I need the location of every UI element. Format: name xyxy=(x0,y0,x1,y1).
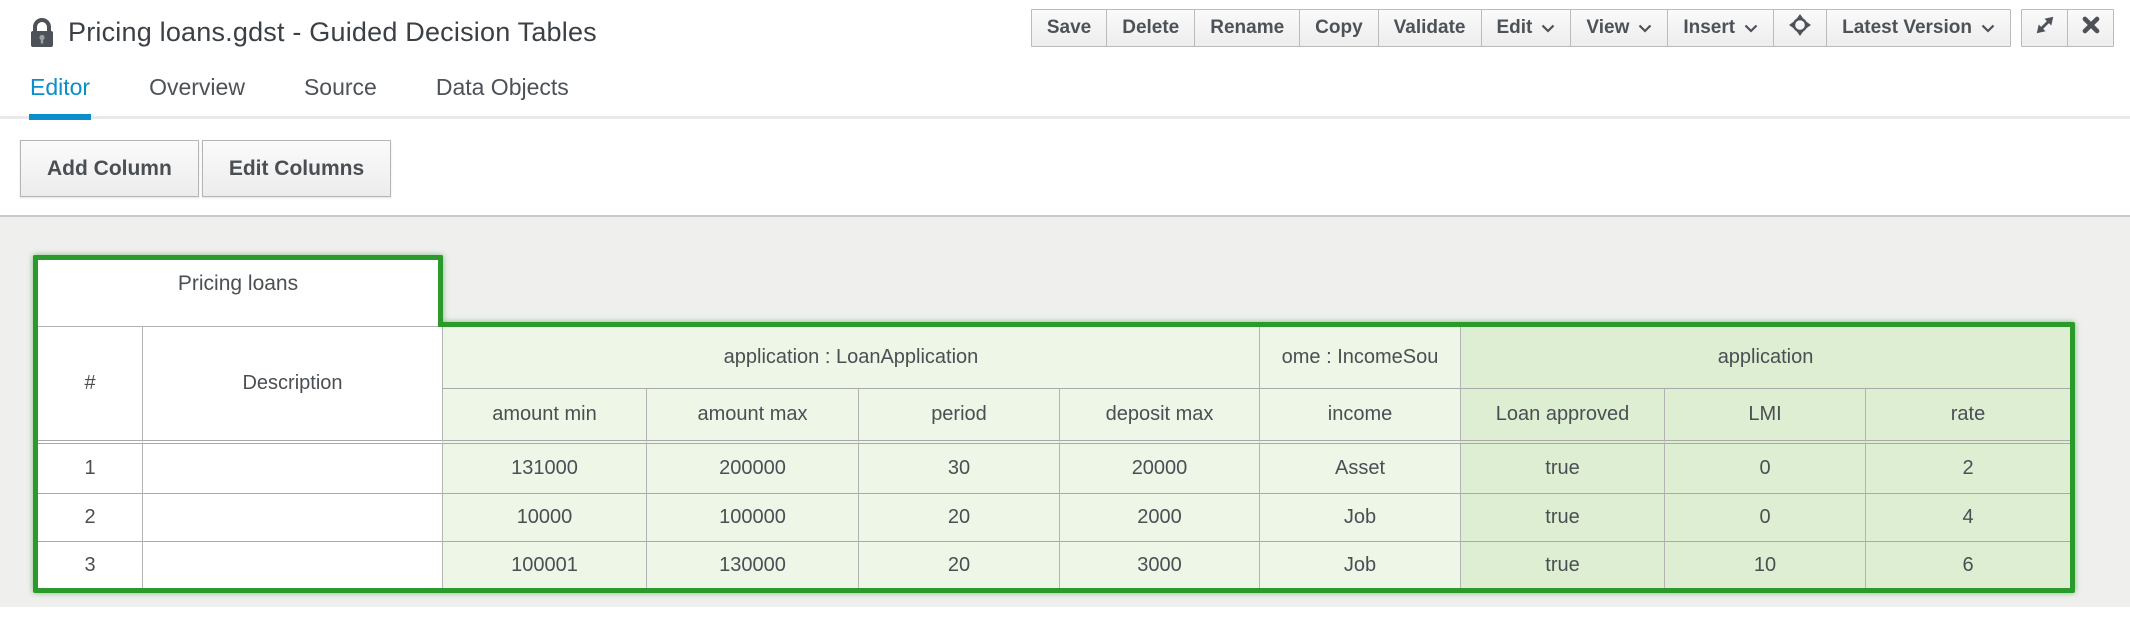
table-cell-lmi[interactable]: 0 xyxy=(1665,494,1866,542)
tab-overview[interactable]: Overview xyxy=(148,68,246,120)
header-area: Pricing loans.gdst - Guided Decision Tab… xyxy=(0,0,2130,119)
expand-button[interactable] xyxy=(2021,9,2068,47)
edit-dropdown[interactable]: Edit xyxy=(1481,9,1572,47)
lock-icon xyxy=(30,18,54,48)
chevron-down-icon xyxy=(1638,17,1652,39)
insert-dropdown[interactable]: Insert xyxy=(1667,9,1774,47)
toolbar-button-group: Save Delete Rename Copy Validate Edit View Inse… xyxy=(1031,9,2011,47)
column-header-period[interactable]: period xyxy=(859,389,1060,444)
title-bar: Pricing loans.gdst - Guided Decision Tab… xyxy=(0,0,2130,64)
description-header[interactable]: Description xyxy=(143,327,443,444)
table-cell-amount-max[interactable]: 130000 xyxy=(647,542,859,588)
button-label: Validate xyxy=(1394,17,1466,39)
table-cell-period[interactable]: 20 xyxy=(859,542,1060,588)
table-cell-loan-approved[interactable]: true xyxy=(1461,444,1665,494)
save-button[interactable]: Save xyxy=(1031,9,1107,47)
column-group-header-ome-incomesou[interactable]: ome : IncomeSou xyxy=(1260,327,1461,389)
row-number-cell[interactable]: 3 xyxy=(38,542,143,588)
table-cell-lmi[interactable]: 10 xyxy=(1665,542,1866,588)
close-icon xyxy=(2080,14,2102,42)
copy-button[interactable]: Copy xyxy=(1299,9,1379,47)
crosshairs-button[interactable] xyxy=(1773,9,1827,47)
table-cell-rate[interactable]: 4 xyxy=(1866,494,2070,542)
chevron-down-icon xyxy=(1744,17,1758,39)
chevron-down-icon xyxy=(1541,17,1555,39)
table-cell-rate[interactable]: 2 xyxy=(1866,444,2070,494)
button-label: Edit xyxy=(1497,17,1533,39)
table-cell-amount-min[interactable]: 131000 xyxy=(443,444,647,494)
column-action-bar: Add ColumnEdit Columns xyxy=(0,119,2130,215)
table-cell-income[interactable]: Job xyxy=(1260,542,1461,588)
table-cell-loan-approved[interactable]: true xyxy=(1461,494,1665,542)
table-cell-income[interactable]: Asset xyxy=(1260,444,1461,494)
tab-bar: Editor Overview Source Data Objects xyxy=(0,68,2130,119)
page-title: Pricing loans.gdst - Guided Decision Tab… xyxy=(68,17,597,48)
view-dropdown[interactable]: View xyxy=(1570,9,1668,47)
table-cell-deposit-max[interactable]: 3000 xyxy=(1060,542,1260,588)
row-number-header[interactable]: # xyxy=(38,327,143,444)
column-header-amount-max[interactable]: amount max xyxy=(647,389,859,444)
table-cell-income[interactable]: Job xyxy=(1260,494,1461,542)
table-cell-deposit-max[interactable]: 2000 xyxy=(1060,494,1260,542)
button-label: Latest Version xyxy=(1842,17,1972,39)
edit-columns-button[interactable]: Edit Columns xyxy=(202,140,391,197)
decision-table-grid: #Descriptionapplication : LoanApplicatio… xyxy=(33,322,2075,593)
row-number-cell[interactable]: 2 xyxy=(38,494,143,542)
button-label: Save xyxy=(1047,17,1091,39)
table-cell-amount-max[interactable]: 200000 xyxy=(647,444,859,494)
table-cell-amount-max[interactable]: 100000 xyxy=(647,494,859,542)
window-control-group xyxy=(2021,9,2114,47)
button-label: View xyxy=(1586,17,1629,39)
tab-editor[interactable]: Editor xyxy=(29,68,91,120)
description-cell[interactable] xyxy=(143,444,443,494)
tab-data-objects[interactable]: Data Objects xyxy=(435,68,570,120)
tab-source[interactable]: Source xyxy=(303,68,378,120)
description-cell[interactable] xyxy=(143,542,443,588)
column-header-deposit-max[interactable]: deposit max xyxy=(1060,389,1260,444)
column-header-income[interactable]: income xyxy=(1260,389,1461,444)
button-label: Copy xyxy=(1315,17,1363,39)
table-cell-amount-min[interactable]: 10000 xyxy=(443,494,647,542)
table-cell-period[interactable]: 20 xyxy=(859,494,1060,542)
table-cell-loan-approved[interactable]: true xyxy=(1461,542,1665,588)
column-header-loan-approved[interactable]: Loan approved xyxy=(1461,389,1665,444)
column-group-header-application-loanapplication[interactable]: application : LoanApplication xyxy=(443,327,1260,389)
add-column-button[interactable]: Add Column xyxy=(20,140,199,197)
column-group-header-application[interactable]: application xyxy=(1461,327,2070,389)
button-label: Insert xyxy=(1683,17,1735,39)
column-header-lmi[interactable]: LMI xyxy=(1665,389,1866,444)
expand-icon xyxy=(2034,14,2056,42)
table-cell-period[interactable]: 30 xyxy=(859,444,1060,494)
button-label: Delete xyxy=(1122,17,1179,39)
table-cell-rate[interactable]: 6 xyxy=(1866,542,2070,588)
row-number-cell[interactable]: 1 xyxy=(38,444,143,494)
table-cell-amount-min[interactable]: 100001 xyxy=(443,542,647,588)
latest-version-dropdown[interactable]: Latest Version xyxy=(1826,9,2011,47)
asset-title: Pricing loans.gdst - Guided Decision Tab… xyxy=(30,17,597,48)
validate-button[interactable]: Validate xyxy=(1378,9,1482,47)
description-cell[interactable] xyxy=(143,494,443,542)
table-cell-lmi[interactable]: 0 xyxy=(1665,444,1866,494)
rename-button[interactable]: Rename xyxy=(1194,9,1300,47)
chevron-down-icon xyxy=(1981,17,1995,39)
crosshairs-icon xyxy=(1789,14,1811,42)
table-cell-deposit-max[interactable]: 20000 xyxy=(1060,444,1260,494)
decision-table-title-tab[interactable]: Pricing loans xyxy=(33,255,443,327)
button-label: Rename xyxy=(1210,17,1284,39)
editor-canvas: Pricing loans #Descriptionapplication : … xyxy=(0,215,2130,607)
toolbar: Save Delete Rename Copy Validate Edit View Inse… xyxy=(1031,9,2114,47)
column-header-rate[interactable]: rate xyxy=(1866,389,2070,444)
close-button[interactable] xyxy=(2067,9,2114,47)
delete-button[interactable]: Delete xyxy=(1106,9,1195,47)
decision-table-widget: Pricing loans #Descriptionapplication : … xyxy=(33,255,2075,593)
column-header-amount-min[interactable]: amount min xyxy=(443,389,647,444)
